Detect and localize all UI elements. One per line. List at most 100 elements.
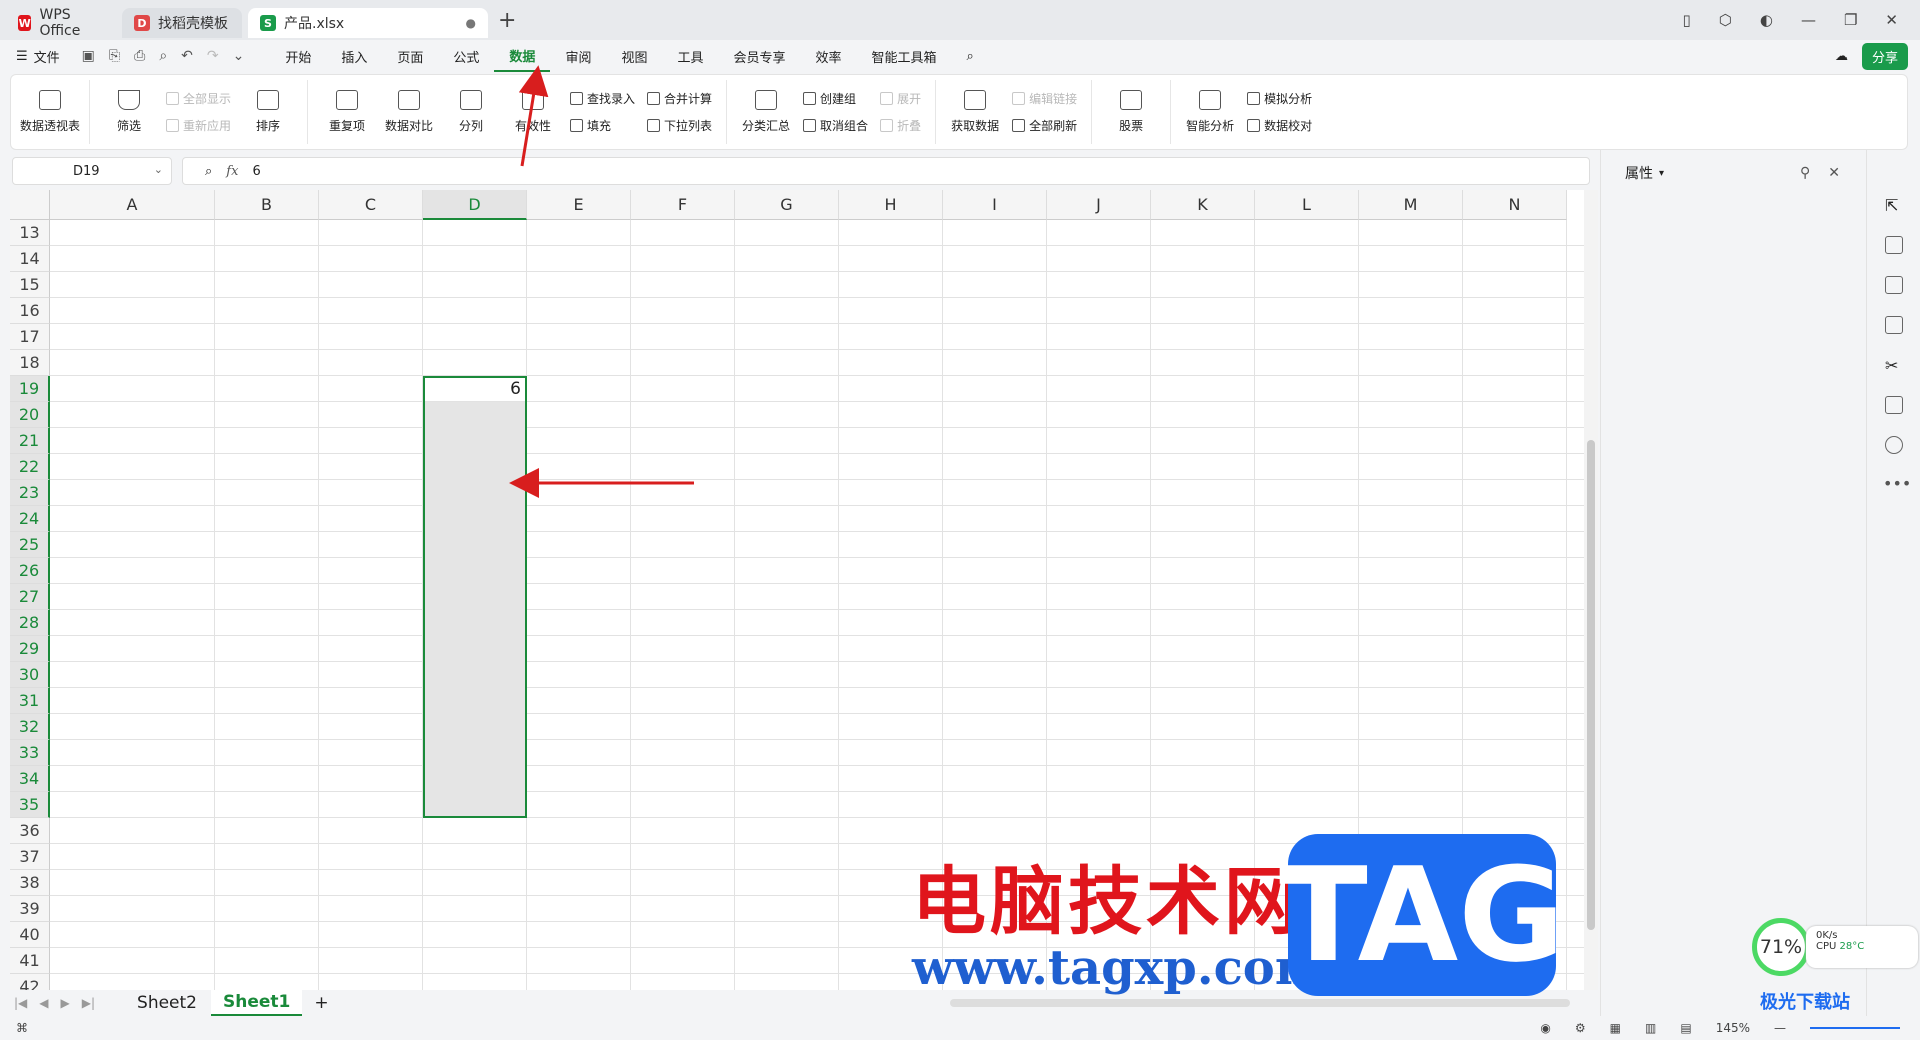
row-header-26[interactable]: 26 <box>10 558 50 584</box>
tools-icon[interactable]: ✂ <box>1885 356 1903 375</box>
prev-sheet-icon[interactable]: ◀ <box>39 996 48 1010</box>
zoom-level[interactable]: 145% <box>1716 1021 1750 1035</box>
column-header-d[interactable]: D <box>423 190 527 220</box>
tab-insert[interactable]: 插入 <box>326 40 382 72</box>
zoom-out-icon[interactable]: — <box>1774 1021 1786 1035</box>
cell-d19[interactable]: 6 <box>423 379 521 399</box>
print-icon[interactable]: ⎙ <box>134 48 145 64</box>
chevron-down-icon[interactable]: ▾ <box>1659 168 1664 179</box>
dropdown-list-button[interactable]: 下拉列表 <box>647 117 712 134</box>
add-sheet-icon[interactable]: + <box>314 993 328 1013</box>
ungroup-button[interactable]: 取消组合 <box>803 117 868 134</box>
tab-close-icon[interactable]: ● <box>466 16 476 30</box>
page-break-icon[interactable]: ▤ <box>1680 1021 1691 1035</box>
close-icon[interactable]: ✕ <box>1885 11 1898 29</box>
tab-workbook[interactable]: S 产品.xlsx ● <box>248 8 488 38</box>
eye-icon[interactable]: ◉ <box>1540 1021 1550 1035</box>
more-icon[interactable]: ••• <box>1883 474 1911 493</box>
column-header-l[interactable]: L <box>1255 190 1359 220</box>
help-icon[interactable] <box>1885 436 1903 454</box>
filter-button[interactable]: 筛选 <box>98 90 160 134</box>
pivot-table-button[interactable]: 数据透视表 <box>19 90 81 134</box>
row-header-21[interactable]: 21 <box>10 428 50 454</box>
tab-tools[interactable]: 工具 <box>662 40 718 72</box>
page-layout-icon[interactable]: ▥ <box>1645 1021 1656 1035</box>
split-column-button[interactable]: 分列 <box>440 90 502 134</box>
tab-template[interactable]: D 找稻壳模板 <box>122 8 242 38</box>
sheet-tab-sheet2[interactable]: Sheet2 <box>125 990 209 1016</box>
subtotal-button[interactable]: 分类汇总 <box>735 90 797 134</box>
tab-formula[interactable]: 公式 <box>438 40 494 72</box>
select-all-corner[interactable] <box>10 190 50 220</box>
column-header-a[interactable]: A <box>50 190 215 220</box>
horizontal-scrollbar[interactable] <box>950 999 1570 1007</box>
vertical-scrollbar[interactable] <box>1584 190 1598 990</box>
row-header-28[interactable]: 28 <box>10 610 50 636</box>
row-header-35[interactable]: 35 <box>10 792 50 818</box>
row-header-15[interactable]: 15 <box>10 272 50 298</box>
restore-icon[interactable]: ❐ <box>1844 11 1857 29</box>
lookup-entry-button[interactable]: 查找录入 <box>570 90 635 107</box>
row-header-33[interactable]: 33 <box>10 740 50 766</box>
expand-button[interactable]: 展开 <box>880 90 921 107</box>
pin-icon[interactable]: ⚲ <box>1800 165 1810 181</box>
new-tab-icon[interactable]: + <box>498 8 516 33</box>
column-header-h[interactable]: H <box>839 190 943 220</box>
row-header-27[interactable]: 27 <box>10 584 50 610</box>
duplicates-button[interactable]: 重复项 <box>316 90 378 134</box>
row-header-34[interactable]: 34 <box>10 766 50 792</box>
column-header-f[interactable]: F <box>631 190 735 220</box>
tab-home[interactable]: 开始 <box>270 40 326 72</box>
fx-icon[interactable]: fx <box>226 164 238 179</box>
row-header-17[interactable]: 17 <box>10 324 50 350</box>
column-header-n[interactable]: N <box>1463 190 1567 220</box>
search-icon[interactable]: ⌕ <box>952 40 989 72</box>
tab-efficiency[interactable]: 效率 <box>801 40 857 72</box>
redo-icon[interactable]: ↷ <box>207 48 219 64</box>
more-chevron-icon[interactable]: ⌄ <box>233 48 245 64</box>
row-header-41[interactable]: 41 <box>10 948 50 974</box>
undo-icon[interactable]: ↶ <box>181 48 193 64</box>
selection-range[interactable] <box>423 376 527 818</box>
refresh-all-button[interactable]: 全部刷新 <box>1012 117 1077 134</box>
what-if-button[interactable]: 模拟分析 <box>1247 90 1312 107</box>
column-header-b[interactable]: B <box>215 190 319 220</box>
row-header-37[interactable]: 37 <box>10 844 50 870</box>
data-check-button[interactable]: 数据校对 <box>1247 117 1312 134</box>
column-header-e[interactable]: E <box>527 190 631 220</box>
tab-page[interactable]: 页面 <box>382 40 438 72</box>
avatar[interactable]: ◐ <box>1760 11 1773 29</box>
row-header-40[interactable]: 40 <box>10 922 50 948</box>
minimize-icon[interactable]: — <box>1801 11 1816 29</box>
column-header-k[interactable]: K <box>1151 190 1255 220</box>
fill-button[interactable]: 填充 <box>570 117 635 134</box>
tab-review[interactable]: 审阅 <box>550 40 606 72</box>
book-icon[interactable] <box>1885 396 1903 414</box>
export-icon[interactable]: ⎘ <box>109 48 120 64</box>
column-header-j[interactable]: J <box>1047 190 1151 220</box>
name-box[interactable]: D19 ⌄ <box>12 157 172 185</box>
tab-wps-office[interactable]: W WPS Office <box>6 7 116 39</box>
tab-view[interactable]: 视图 <box>606 40 662 72</box>
collapse-button[interactable]: 折叠 <box>880 117 921 134</box>
compare-button[interactable]: 数据对比 <box>378 90 440 134</box>
row-header-16[interactable]: 16 <box>10 298 50 324</box>
row-header-30[interactable]: 30 <box>10 662 50 688</box>
sort-button[interactable]: 排序 <box>237 90 299 134</box>
column-header-c[interactable]: C <box>319 190 423 220</box>
row-header-20[interactable]: 20 <box>10 402 50 428</box>
image-icon[interactable] <box>1885 316 1903 334</box>
column-header-g[interactable]: G <box>735 190 839 220</box>
sheet-tab-sheet1[interactable]: Sheet1 <box>211 990 303 1016</box>
preview-icon[interactable]: ⌕ <box>159 48 167 64</box>
row-header-42[interactable]: 42 <box>10 974 50 990</box>
settings-icon[interactable]: ⚙ <box>1575 1021 1586 1035</box>
consolidate-button[interactable]: 合并计算 <box>647 90 712 107</box>
chevron-down-icon[interactable]: ⌄ <box>154 163 163 176</box>
row-header-38[interactable]: 38 <box>10 870 50 896</box>
row-header-25[interactable]: 25 <box>10 532 50 558</box>
get-data-button[interactable]: 获取数据 <box>944 90 1006 134</box>
row-header-36[interactable]: 36 <box>10 818 50 844</box>
share-button[interactable]: 分享 <box>1861 42 1908 70</box>
last-sheet-icon[interactable]: ▶| <box>82 996 95 1010</box>
